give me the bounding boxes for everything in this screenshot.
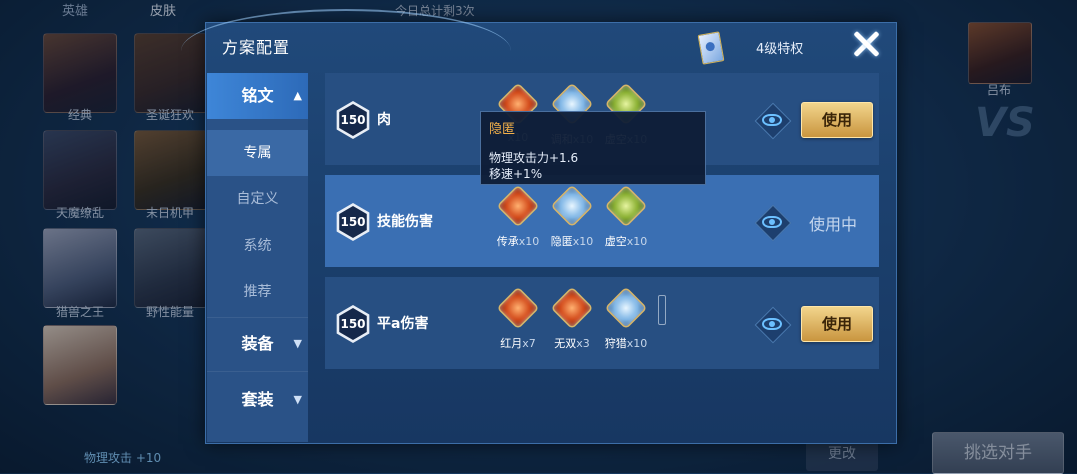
tab-hero[interactable]: 英雄 xyxy=(62,0,88,19)
preview-eye-button[interactable] xyxy=(754,102,792,140)
sidebar-item-inscription[interactable]: 铭文 ▲ xyxy=(207,73,308,119)
privilege-level-text: 4级特权 xyxy=(756,42,804,57)
rune-count: x10 xyxy=(572,235,594,248)
plan-row-active[interactable]: 150 技能伤害 传承x10 隐匿x10 虚空x10 使用中 xyxy=(325,175,879,267)
sidebar-item-custom[interactable]: 自定义 xyxy=(207,176,308,222)
plan-row[interactable]: 150 平a伤害 红月x7 无双x3 狩猎x10 使用 xyxy=(325,277,879,369)
use-button[interactable]: 使用 xyxy=(801,306,873,342)
use-button[interactable]: 使用 xyxy=(801,102,873,138)
vs-mark: VS xyxy=(975,100,1035,146)
rune-item[interactable]: 隐匿x10 xyxy=(547,184,597,249)
plan-name: 平a伤害 xyxy=(377,316,429,332)
skin-label: 末日机甲 xyxy=(145,206,194,220)
sidebar: 铭文 ▲ 专属 自定义 系统 推荐 装备 ▼ 套装 ▼ xyxy=(207,73,308,442)
skin-card[interactable] xyxy=(43,325,117,405)
rune-count: x10 xyxy=(626,235,648,248)
rune-item[interactable]: 红月x7 xyxy=(493,286,543,351)
sidebar-item-label: 套装 xyxy=(241,390,274,409)
privilege-card-icon xyxy=(697,31,725,65)
rune-count: x10 xyxy=(626,337,648,350)
plan-name: 技能伤害 xyxy=(377,214,433,230)
plan-config-dialog: 方案配置 4级特权 铭文 ▲ 专属 自定义 系统 推荐 装备 ▼ 套装 ▼ 15… xyxy=(181,9,897,444)
sidebar-item-equipment[interactable]: 装备 ▼ xyxy=(207,321,308,367)
close-icon[interactable] xyxy=(851,29,881,59)
rune-name: 无双 xyxy=(554,337,577,350)
rune-count: x7 xyxy=(522,337,536,350)
rune-green-icon xyxy=(604,184,648,228)
skin-card[interactable] xyxy=(43,228,117,308)
rune-item[interactable]: 虚空x10 xyxy=(601,184,651,249)
rune-red-icon xyxy=(496,184,540,228)
sidebar-item-exclusive[interactable]: 专属 xyxy=(207,130,308,176)
rune-overflow-indicator xyxy=(658,295,666,325)
sidebar-item-suit[interactable]: 套装 ▼ xyxy=(207,377,308,423)
sidebar-item-system[interactable]: 系统 xyxy=(207,223,308,269)
rune-item[interactable]: 无双x3 xyxy=(547,286,597,351)
rune-name: 虚空 xyxy=(604,235,627,248)
rune-item[interactable]: 狩猎x10 xyxy=(601,286,651,351)
enemy-hero-avatar xyxy=(968,22,1032,84)
dialog-title: 方案配置 xyxy=(222,38,291,57)
in-use-status: 使用中 xyxy=(809,215,858,234)
chevron-down-icon: ▼ xyxy=(293,393,302,406)
skin-card[interactable] xyxy=(43,33,117,113)
preview-eye-button[interactable] xyxy=(754,204,792,242)
sidebar-divider xyxy=(207,317,308,318)
skin-label: 天魔缭乱 xyxy=(55,206,104,220)
sidebar-item-label: 装备 xyxy=(241,334,274,353)
enemy-hero-name: 吕布 xyxy=(986,83,1011,97)
rune-count: x3 xyxy=(576,337,590,350)
skin-card[interactable] xyxy=(134,228,208,308)
sidebar-item-label: 铭文 xyxy=(241,86,274,105)
skin-label: 野性能量 xyxy=(145,305,194,319)
tooltip-stat-line: 物理攻击力+1.6 xyxy=(489,151,579,165)
rune-blue-icon xyxy=(550,184,594,228)
tab-skin[interactable]: 皮肤 xyxy=(150,0,176,19)
skin-label: 圣诞狂欢 xyxy=(145,108,194,122)
sidebar-divider xyxy=(207,371,308,372)
skin-card[interactable] xyxy=(43,130,117,210)
plan-name: 肉 xyxy=(377,112,391,128)
rune-name: 隐匿 xyxy=(550,235,573,248)
rune-name: 传承 xyxy=(496,235,519,248)
skin-label: 猎兽之王 xyxy=(55,305,104,319)
rune-count: x10 xyxy=(518,235,540,248)
attribute-stat: 物理攻击 +10 xyxy=(84,451,162,465)
preview-eye-button[interactable] xyxy=(754,306,792,344)
chevron-up-icon: ▲ xyxy=(293,89,302,102)
chevron-down-icon: ▼ xyxy=(293,337,302,350)
rune-name: 狩猎 xyxy=(604,337,627,350)
sidebar-item-recommend[interactable]: 推荐 xyxy=(207,269,308,315)
skin-card[interactable] xyxy=(134,130,208,210)
rune-blue-icon xyxy=(604,286,648,330)
tooltip-stat-line: 移速+1% xyxy=(489,167,543,181)
skin-label: 经典 xyxy=(67,108,92,122)
rune-item[interactable]: 传承x10 xyxy=(493,184,543,249)
tooltip-title: 隐匿 xyxy=(489,122,516,137)
rune-red-icon xyxy=(550,286,594,330)
pick-opponent-button[interactable]: 挑选对手 xyxy=(932,432,1064,474)
rune-tooltip: 隐匿 物理攻击力+1.6 移速+1% xyxy=(480,111,706,185)
rune-red-icon xyxy=(496,286,540,330)
rune-name: 红月 xyxy=(500,337,523,350)
